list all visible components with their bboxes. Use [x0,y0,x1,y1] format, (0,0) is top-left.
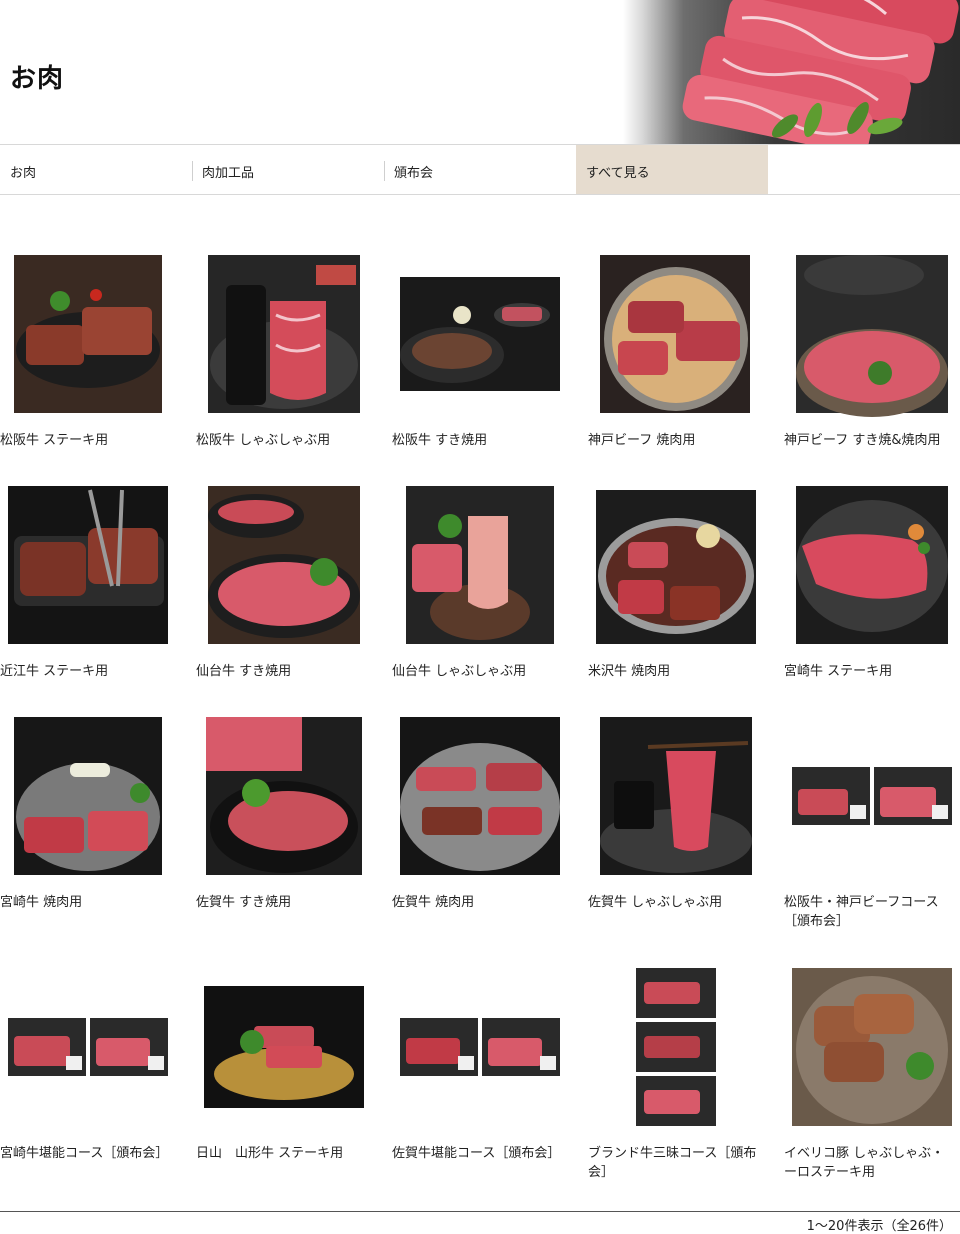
product-name: 佐賀牛 すき焼用 [196,895,292,910]
product-thumbnail [400,1018,560,1076]
product-thumbnail [208,486,360,644]
product-thumbnail [596,490,756,644]
tab-label: 肉加工品 [202,166,255,181]
product-thumbnail [792,968,952,1126]
product-thumbnail [14,255,162,413]
tab-label: 頒布会 [394,166,434,181]
product-thumbnail [796,486,948,644]
product-name: 宮崎牛堪能コース［頒布会］ [0,1146,169,1161]
product-thumbnail [796,255,948,417]
tab-label: すべて見る [586,166,650,181]
product-thumbnail [8,486,168,644]
tab-divider [192,161,193,181]
product-thumbnail [636,968,716,1126]
product-thumbnail [400,717,560,875]
product-name: 佐賀牛 しゃぶしゃぶ用 [588,895,723,910]
product-thumbnail [400,277,560,391]
product-name: ブランド牛三昧コース［頒布会］ [588,1146,757,1180]
product-name: 松阪牛 ステーキ用 [0,433,109,448]
footer-divider [0,1211,960,1212]
page-header: お肉 [0,0,960,144]
tab-meat[interactable]: お肉 [0,145,192,194]
product-name: イベリコ豚 しゃぶしゃぶ・ーロステーキ用 [784,1146,945,1180]
product-thumbnail [206,717,362,875]
hero-image [623,0,960,144]
tab-view-all[interactable]: すべて見る [576,145,768,194]
product-thumbnail [208,255,360,413]
product-name: 日山 山形牛 ステーキ用 [196,1146,344,1161]
product-name: 松阪牛 すき焼用 [392,433,488,448]
product-name: 松阪牛・神戸ビーフコース［頒布会］ [784,895,939,929]
product-name: 佐賀牛 焼肉用 [392,895,475,910]
product-name: 松阪牛 しゃぶしゃぶ用 [196,433,331,448]
tab-divider [384,161,385,181]
product-name: 仙台牛 しゃぶしゃぶ用 [392,664,527,679]
product-name: 米沢牛 焼肉用 [588,664,671,679]
category-tabs: お肉 肉加工品 頒布会 すべて見る [0,144,960,195]
product-name: 仙台牛 すき焼用 [196,664,292,679]
product-name: 神戸ビーフ すき焼&焼肉用 [784,433,941,448]
product-thumbnail [792,767,952,825]
product-thumbnail [406,486,554,644]
product-thumbnail [600,717,752,875]
hero-meat-illustration [682,0,959,144]
tab-processed-meat[interactable]: 肉加工品 [192,145,384,194]
tab-subscription[interactable]: 頒布会 [384,145,576,194]
result-count: 1～20件表示（全26件） [806,1219,952,1234]
product-thumbnail [8,1018,168,1076]
product-name: 宮崎牛 ステーキ用 [784,664,893,679]
page-title: お肉 [10,64,65,94]
product-name: 宮崎牛 焼肉用 [0,895,83,910]
product-thumbnail [600,255,750,413]
product-name: 近江牛 ステーキ用 [0,664,109,679]
product-thumbnail [14,717,162,875]
tab-label: お肉 [10,166,37,181]
product-name: 神戸ビーフ 焼肉用 [588,433,696,448]
product-name: 佐賀牛堪能コース［頒布会］ [392,1146,561,1161]
product-thumbnail [204,986,364,1108]
